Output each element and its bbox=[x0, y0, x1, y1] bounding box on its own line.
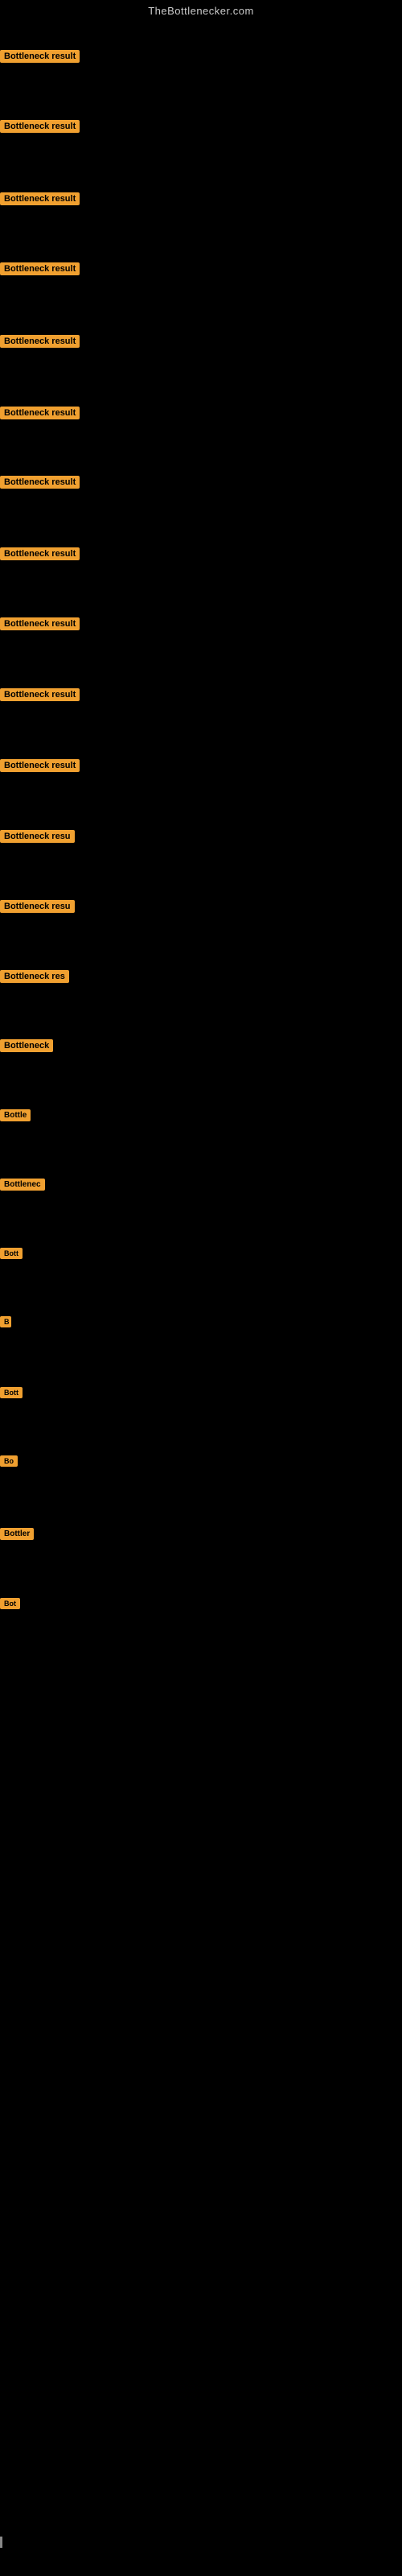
bottleneck-badge-row: Bottleneck bbox=[0, 1039, 53, 1056]
bottleneck-badge-row: Bottleneck res bbox=[0, 970, 69, 987]
bottleneck-badge-row: Bottleneck result bbox=[0, 759, 80, 776]
bottleneck-result-badge[interactable]: Bott bbox=[0, 1387, 23, 1398]
bottleneck-result-badge[interactable]: Bottleneck res bbox=[0, 970, 69, 983]
bottleneck-badge-row: Bottleneck result bbox=[0, 262, 80, 279]
bottleneck-result-badge[interactable]: Bottle bbox=[0, 1109, 31, 1121]
bottleneck-result-badge[interactable]: Bottler bbox=[0, 1528, 34, 1540]
bottom-marker bbox=[0, 2537, 2, 2548]
bottleneck-result-badge[interactable]: Bottlenec bbox=[0, 1179, 45, 1191]
bottleneck-badge-row: Bottleneck result bbox=[0, 688, 80, 705]
bottleneck-result-badge[interactable]: Bottleneck result bbox=[0, 407, 80, 419]
site-title: TheBottlenecker.com bbox=[0, 0, 402, 20]
bottleneck-badge-row: Bottleneck result bbox=[0, 476, 80, 493]
bottleneck-result-badge[interactable]: Bottleneck result bbox=[0, 688, 80, 701]
bottleneck-badge-row: Bott bbox=[0, 1387, 23, 1402]
bottleneck-result-badge[interactable]: Bot bbox=[0, 1598, 20, 1609]
bottleneck-result-badge[interactable]: Bottleneck result bbox=[0, 335, 80, 348]
bottleneck-result-badge[interactable]: B bbox=[0, 1316, 11, 1327]
bottleneck-badge-row: Bottle bbox=[0, 1109, 31, 1125]
bottleneck-result-badge[interactable]: Bottleneck result bbox=[0, 476, 80, 489]
bottleneck-badge-row: Bottleneck resu bbox=[0, 830, 75, 847]
bottleneck-result-badge[interactable]: Bottleneck result bbox=[0, 759, 80, 772]
bottleneck-result-badge[interactable]: Bottleneck result bbox=[0, 192, 80, 205]
bottleneck-badge-row: Bottler bbox=[0, 1528, 34, 1544]
bottleneck-badge-row: Bottleneck resu bbox=[0, 900, 75, 917]
bottleneck-result-badge[interactable]: Bottleneck result bbox=[0, 262, 80, 275]
bottleneck-result-badge[interactable]: Bott bbox=[0, 1248, 23, 1259]
bottleneck-badge-row: Bottleneck result bbox=[0, 192, 80, 209]
bottleneck-result-badge[interactable]: Bo bbox=[0, 1455, 18, 1467]
bottleneck-badge-row: Bottleneck result bbox=[0, 617, 80, 634]
bottleneck-badge-row: Bottleneck result bbox=[0, 50, 80, 67]
bottleneck-badge-row: Bottleneck result bbox=[0, 120, 80, 137]
bottleneck-result-badge[interactable]: Bottleneck result bbox=[0, 547, 80, 560]
bottleneck-result-badge[interactable]: Bottleneck result bbox=[0, 50, 80, 63]
bottleneck-badge-row: Bottleneck result bbox=[0, 547, 80, 564]
bottleneck-result-badge[interactable]: Bottleneck bbox=[0, 1039, 53, 1052]
bottleneck-badge-row: Bottleneck result bbox=[0, 407, 80, 423]
bottleneck-badge-row: Bottleneck result bbox=[0, 335, 80, 352]
bottleneck-result-badge[interactable]: Bottleneck result bbox=[0, 617, 80, 630]
bottleneck-result-badge[interactable]: Bottleneck resu bbox=[0, 900, 75, 913]
bottleneck-badge-row: B bbox=[0, 1316, 11, 1331]
bottleneck-badge-row: Bottlenec bbox=[0, 1179, 45, 1195]
bottleneck-badge-row: Bott bbox=[0, 1248, 23, 1263]
bottleneck-badge-row: Bo bbox=[0, 1455, 18, 1471]
bottleneck-badge-row: Bot bbox=[0, 1598, 20, 1613]
bottleneck-result-badge[interactable]: Bottleneck resu bbox=[0, 830, 75, 843]
bottleneck-result-badge[interactable]: Bottleneck result bbox=[0, 120, 80, 133]
